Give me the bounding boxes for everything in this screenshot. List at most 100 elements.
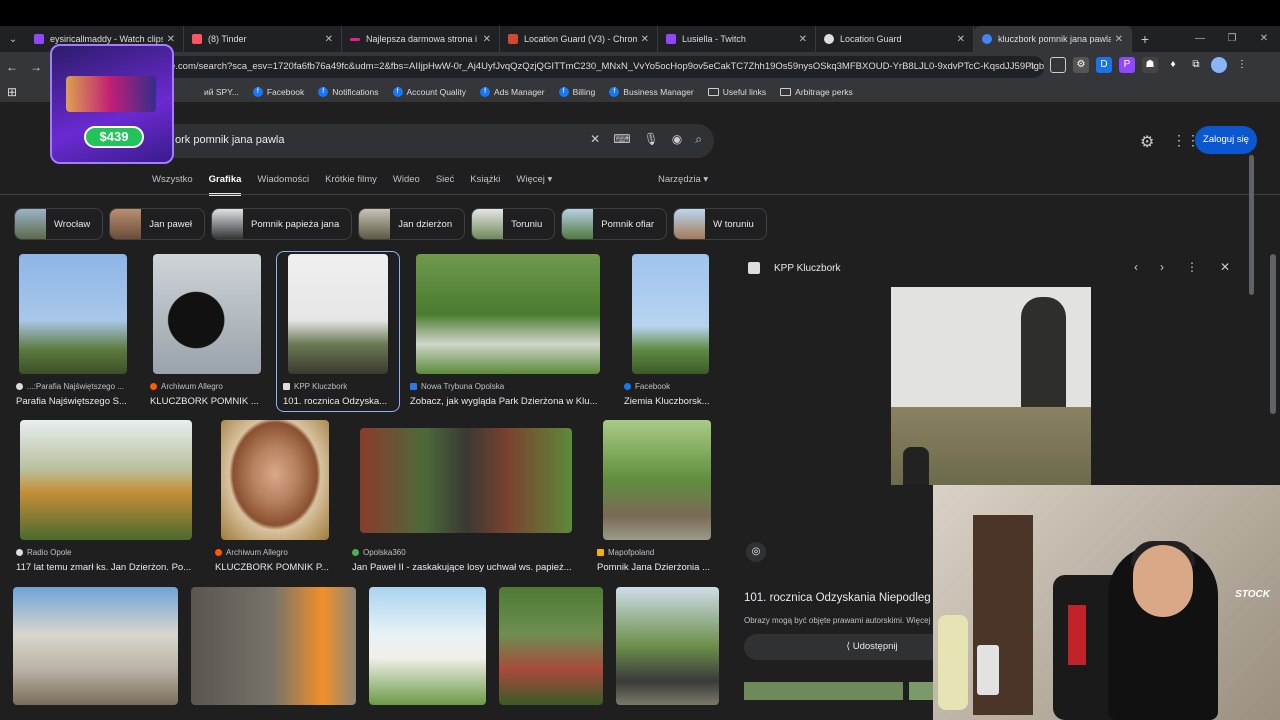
search-icon[interactable]: ⌕ xyxy=(695,132,702,147)
extension-icon[interactable]: D xyxy=(1096,57,1112,73)
image-result[interactable]: Archiwum Allegro KLUCZBORK POMNIK P... xyxy=(215,420,335,575)
new-tab-button[interactable]: + xyxy=(1132,31,1158,47)
image-result[interactable]: Radio Opole 117 lat temu zmarł ks. Jan D… xyxy=(16,420,196,575)
image-result[interactable]: ...:Parafia Najświętszego ... Parafia Na… xyxy=(14,254,134,409)
close-tab-icon[interactable]: ✕ xyxy=(483,34,491,45)
close-panel-icon[interactable]: ✕ xyxy=(1220,260,1230,274)
browser-tab-active[interactable]: kluczbork pomnik jana pawla - ✕ xyxy=(974,26,1132,52)
tab-all[interactable]: Wszystko xyxy=(152,174,193,196)
image-result[interactable]: Mapofpoland Pomnik Jana Dzierżonia ... xyxy=(597,420,717,575)
browser-tab[interactable]: Najlepsza darmowa strona i ap ✕ xyxy=(342,26,500,52)
tab-videos[interactable]: Wideo xyxy=(393,174,420,196)
result-source: Facebook xyxy=(624,382,720,391)
more-options-icon[interactable]: ⋮ xyxy=(1186,260,1198,274)
chip[interactable]: Jan dzierżon xyxy=(358,208,466,240)
restore-icon[interactable]: ❐ xyxy=(1216,26,1248,52)
chip[interactable]: Pomnik papieża jana xyxy=(211,208,353,240)
result-image xyxy=(19,254,127,374)
search-input[interactable]: ork pomnik jana pawla ✕ ⌨ 🎙 ◉ ⌕ xyxy=(150,124,714,158)
close-tab-icon[interactable]: ✕ xyxy=(1115,34,1123,45)
next-icon[interactable]: › xyxy=(1160,260,1164,274)
apps-grid-icon[interactable]: ⊞ xyxy=(0,85,24,99)
result-image xyxy=(288,254,388,374)
bookmark-folder[interactable]: Arbitrage perks xyxy=(780,87,853,97)
chip[interactable]: Toruniu xyxy=(471,208,556,240)
preview-title[interactable]: 101. rocznica Odzyskania Niepodleg xyxy=(744,592,931,604)
webcam-bottle xyxy=(938,615,968,710)
screen-cast-icon[interactable] xyxy=(1050,57,1066,73)
tinder-favicon-icon xyxy=(192,34,202,44)
menu-kebab-icon[interactable]: ⋮ xyxy=(1234,57,1250,73)
location-guard-icon[interactable]: ♦ xyxy=(1165,57,1181,73)
image-result[interactable] xyxy=(499,587,603,707)
bookmark-item[interactable]: f Facebook xyxy=(252,87,304,97)
preview-source-header[interactable]: KPP Kluczbork xyxy=(748,262,841,274)
close-tab-icon[interactable]: ✕ xyxy=(957,34,965,45)
browser-tab[interactable]: Location Guard (V3) - Chrome ✕ xyxy=(500,26,658,52)
bookmark-item[interactable]: f Account Quality xyxy=(392,87,466,97)
bookmark-item[interactable]: f Billing xyxy=(558,87,595,97)
bookmark-item[interactable]: f Notifications xyxy=(318,87,379,97)
image-result[interactable]: Facebook Ziemia Kluczborsk... xyxy=(624,254,720,409)
microphone-icon[interactable]: 🎙 xyxy=(644,132,659,147)
folder-icon xyxy=(780,88,792,96)
tab-news[interactable]: Wiadomości xyxy=(257,174,309,196)
lens-camera-icon[interactable]: ◉ xyxy=(672,132,682,147)
search-type-tabs: Wszystko Grafika Wiadomości Krótkie film… xyxy=(152,174,552,196)
profile-icon[interactable] xyxy=(1211,57,1227,73)
extensions-puzzle-icon[interactable]: ⧉ xyxy=(1188,57,1204,73)
lens-search-icon[interactable]: ◎ xyxy=(746,542,766,562)
image-result[interactable] xyxy=(13,587,178,707)
clear-search-icon[interactable]: ✕ xyxy=(590,132,600,147)
bookmark-star-icon[interactable]: ☆ xyxy=(1027,56,1036,78)
image-result[interactable] xyxy=(191,587,356,707)
chip[interactable]: Pomnik ofiar xyxy=(561,208,668,240)
webcam-watermark: STOCK xyxy=(1235,589,1270,600)
tab-short-videos[interactable]: Krótkie filmy xyxy=(325,174,377,196)
forward-icon[interactable]: → xyxy=(24,60,48,74)
previous-icon[interactable]: ‹ xyxy=(1134,260,1138,274)
tab-books[interactable]: Książki xyxy=(470,174,500,196)
browser-tab[interactable]: (8) Tinder ✕ xyxy=(184,26,342,52)
sign-in-button[interactable]: Zaloguj się xyxy=(1195,126,1257,154)
close-tab-icon[interactable]: ✕ xyxy=(641,34,649,45)
chip[interactable]: W toruniu xyxy=(673,208,767,240)
panel-scrollbar[interactable] xyxy=(1249,155,1254,295)
image-result[interactable] xyxy=(616,587,719,707)
extension-icon[interactable]: ⚙ xyxy=(1073,57,1089,73)
tab-more[interactable]: Więcej ▾ xyxy=(516,174,552,196)
related-thumbnail[interactable] xyxy=(744,682,904,700)
bookmark-folder[interactable]: Useful links xyxy=(707,87,766,97)
bookmark-item[interactable]: f Ads Manager xyxy=(480,87,545,97)
close-tab-icon[interactable]: ✕ xyxy=(799,34,807,45)
image-result[interactable]: Opolska360 Jan Paweł II - zaskakujące lo… xyxy=(352,420,582,575)
image-result[interactable] xyxy=(369,587,486,707)
close-window-icon[interactable]: ✕ xyxy=(1248,26,1280,52)
close-tab-icon[interactable]: ✕ xyxy=(167,34,175,45)
browser-tab[interactable]: Lusiella - Twitch ✕ xyxy=(658,26,816,52)
image-result-selected[interactable]: KPP Kluczbork 101. rocznica Odzyska... xyxy=(283,254,397,409)
image-result[interactable]: Nowa Trybuna Opolska Zobacz, jak wygląda… xyxy=(410,254,610,409)
settings-gear-icon[interactable]: ⚙ xyxy=(1140,132,1154,152)
image-result[interactable]: Archiwum Allegro KLUCZBORK POMNIK ... xyxy=(150,254,270,409)
tab-images[interactable]: Grafika xyxy=(208,174,242,196)
page-scrollbar[interactable] xyxy=(1270,254,1276,414)
tab-web[interactable]: Sieć xyxy=(436,174,454,196)
bookmark-item[interactable]: ий SPY... xyxy=(204,87,239,97)
extension-icon[interactable]: P xyxy=(1119,57,1135,73)
keyboard-icon[interactable]: ⌨ xyxy=(613,132,630,147)
minimize-icon[interactable]: — xyxy=(1184,26,1216,52)
browser-tab[interactable]: Location Guard ✕ xyxy=(816,26,974,52)
chip[interactable]: Wrocław xyxy=(14,208,104,240)
chip[interactable]: Jan paweł xyxy=(109,208,206,240)
back-icon[interactable]: ← xyxy=(0,60,24,74)
tab-search-dropdown-icon[interactable]: ⌄ xyxy=(0,26,26,52)
top-black-bar xyxy=(0,0,1280,26)
extension-icon[interactable]: ☗ xyxy=(1142,57,1158,73)
close-tab-icon[interactable]: ✕ xyxy=(325,34,333,45)
tools-button[interactable]: Narzędzia ▾ xyxy=(658,174,708,185)
url-bar[interactable]: e.com/search?sca_esv=1720fa6fb76a49fc&ud… xyxy=(160,56,1044,78)
preview-image[interactable] xyxy=(891,287,1091,485)
kpp-site-icon xyxy=(748,262,760,274)
bookmark-item[interactable]: f Business Manager xyxy=(609,87,694,97)
